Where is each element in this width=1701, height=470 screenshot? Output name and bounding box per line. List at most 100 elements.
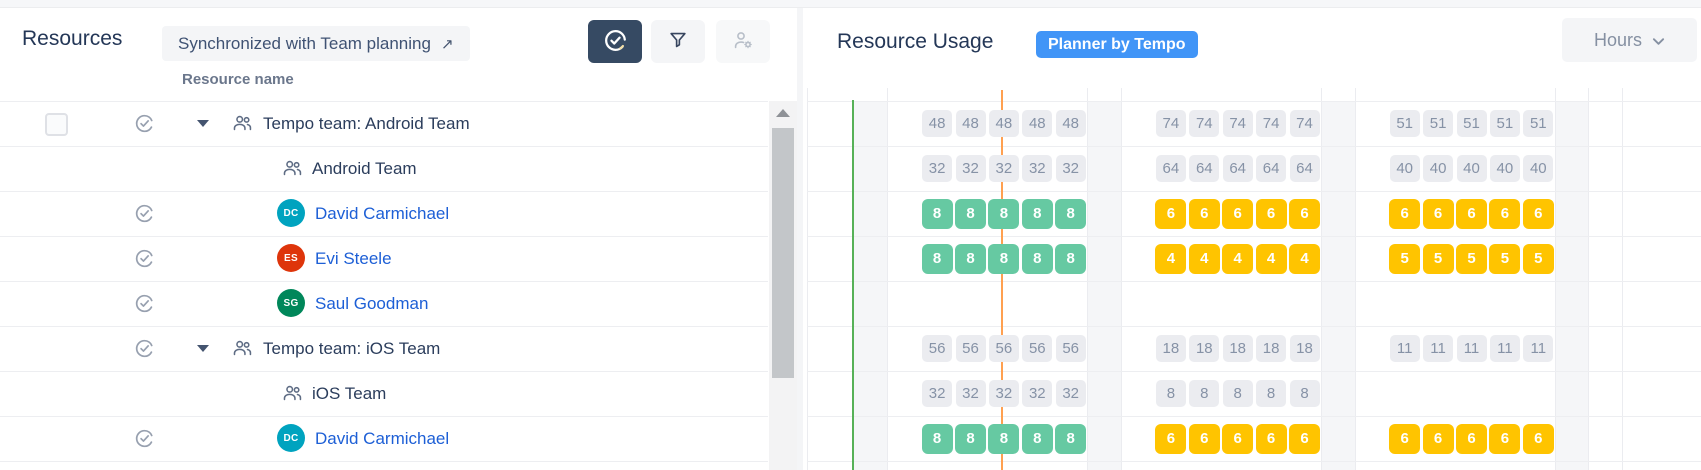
- usage-cell[interactable]: 8: [955, 244, 986, 274]
- team-parent-name[interactable]: Tempo team: Android Team: [263, 114, 470, 134]
- usage-cell[interactable]: 8: [1189, 380, 1219, 407]
- expand-chevron-icon[interactable]: [197, 345, 209, 352]
- usage-cell[interactable]: 51: [1390, 110, 1420, 137]
- approval-status-icon[interactable]: [134, 338, 155, 359]
- usage-cell[interactable]: 18: [1156, 335, 1186, 362]
- usage-cell[interactable]: 74: [1223, 110, 1253, 137]
- usage-cell[interactable]: 8: [1256, 380, 1286, 407]
- usage-cell[interactable]: 64: [1290, 155, 1320, 182]
- usage-cell[interactable]: 32: [1056, 155, 1086, 182]
- usage-cell[interactable]: 6: [1289, 424, 1320, 454]
- usage-cell[interactable]: 6: [1155, 199, 1186, 229]
- usage-cell[interactable]: 8: [922, 199, 953, 229]
- usage-cell[interactable]: 6: [1423, 424, 1454, 454]
- usage-cell[interactable]: 32: [922, 380, 952, 407]
- usage-cell[interactable]: 32: [1056, 380, 1086, 407]
- usage-cell[interactable]: 5: [1456, 244, 1487, 274]
- usage-cell[interactable]: 6: [1456, 199, 1487, 229]
- usage-cell[interactable]: 48: [1056, 110, 1086, 137]
- approvals-button[interactable]: [588, 20, 642, 63]
- usage-cell[interactable]: 6: [1456, 424, 1487, 454]
- usage-cell[interactable]: 6: [1155, 424, 1186, 454]
- usage-cell[interactable]: 74: [1189, 110, 1219, 137]
- usage-cell[interactable]: 8: [988, 424, 1019, 454]
- usage-cell[interactable]: 74: [1256, 110, 1286, 137]
- usage-cell[interactable]: 6: [1222, 199, 1253, 229]
- usage-cell[interactable]: 18: [1223, 335, 1253, 362]
- usage-cell[interactable]: 11: [1457, 335, 1487, 362]
- usage-cell[interactable]: 6: [1389, 424, 1420, 454]
- usage-cell[interactable]: 6: [1489, 199, 1520, 229]
- usage-cell[interactable]: 56: [989, 335, 1019, 362]
- usage-cell[interactable]: 4: [1155, 244, 1186, 274]
- approval-status-icon[interactable]: [134, 248, 155, 269]
- usage-cell[interactable]: 56: [922, 335, 952, 362]
- approval-status-icon[interactable]: [134, 203, 155, 224]
- usage-cell[interactable]: 51: [1490, 110, 1520, 137]
- approval-status-icon[interactable]: [134, 293, 155, 314]
- resource-name-link[interactable]: Saul Goodman: [315, 294, 428, 314]
- usage-cell[interactable]: 5: [1523, 244, 1554, 274]
- usage-cell[interactable]: 4: [1189, 244, 1220, 274]
- usage-cell[interactable]: 40: [1490, 155, 1520, 182]
- usage-cell[interactable]: 51: [1523, 110, 1553, 137]
- usage-cell[interactable]: 40: [1390, 155, 1420, 182]
- usage-cell[interactable]: 4: [1256, 244, 1287, 274]
- usage-cell[interactable]: 11: [1390, 335, 1420, 362]
- usage-cell[interactable]: 6: [1189, 424, 1220, 454]
- usage-cell[interactable]: 6: [1389, 199, 1420, 229]
- usage-cell[interactable]: 6: [1222, 424, 1253, 454]
- usage-cell[interactable]: 64: [1256, 155, 1286, 182]
- usage-cell[interactable]: 8: [955, 199, 986, 229]
- usage-cell[interactable]: 74: [1156, 110, 1186, 137]
- usage-cell[interactable]: 18: [1290, 335, 1320, 362]
- usage-cell[interactable]: 6: [1523, 199, 1554, 229]
- resource-name-link[interactable]: David Carmichael: [315, 429, 449, 449]
- usage-cell[interactable]: 32: [956, 155, 986, 182]
- usage-cell[interactable]: 32: [922, 155, 952, 182]
- usage-cell[interactable]: 5: [1423, 244, 1454, 274]
- vertical-scrollbar-thumb[interactable]: [772, 128, 794, 378]
- usage-cell[interactable]: 32: [1022, 155, 1052, 182]
- usage-cell[interactable]: 11: [1490, 335, 1520, 362]
- usage-cell[interactable]: 48: [989, 110, 1019, 137]
- usage-cell[interactable]: 8: [955, 424, 986, 454]
- resource-name-link[interactable]: David Carmichael: [315, 204, 449, 224]
- usage-cell[interactable]: 8: [1022, 244, 1053, 274]
- usage-cell[interactable]: 8: [1022, 199, 1053, 229]
- expand-chevron-icon[interactable]: [197, 120, 209, 127]
- usage-cell[interactable]: 64: [1156, 155, 1186, 182]
- usage-cell[interactable]: 32: [1022, 380, 1052, 407]
- usage-cell[interactable]: 6: [1289, 199, 1320, 229]
- usage-cell[interactable]: 5: [1389, 244, 1420, 274]
- usage-cell[interactable]: 48: [1022, 110, 1052, 137]
- usage-cell[interactable]: 56: [956, 335, 986, 362]
- team-parent-name[interactable]: Tempo team: iOS Team: [263, 339, 440, 359]
- usage-cell[interactable]: 8: [922, 244, 953, 274]
- usage-cell[interactable]: 18: [1189, 335, 1219, 362]
- row-checkbox[interactable]: [45, 113, 68, 136]
- usage-cell[interactable]: 56: [1056, 335, 1086, 362]
- usage-cell[interactable]: 11: [1423, 335, 1453, 362]
- team-settings-button[interactable]: [716, 20, 770, 63]
- filter-button[interactable]: [651, 20, 705, 63]
- usage-cell[interactable]: 8: [988, 199, 1019, 229]
- usage-cell[interactable]: 40: [1523, 155, 1553, 182]
- usage-cell[interactable]: 32: [989, 155, 1019, 182]
- usage-cell[interactable]: 48: [922, 110, 952, 137]
- usage-cell[interactable]: 8: [1055, 199, 1086, 229]
- usage-cell[interactable]: 18: [1256, 335, 1286, 362]
- usage-cell[interactable]: 8: [1055, 424, 1086, 454]
- resource-name-link[interactable]: Evi Steele: [315, 249, 392, 269]
- approval-status-icon[interactable]: [134, 113, 155, 134]
- usage-cell[interactable]: 8: [1022, 424, 1053, 454]
- usage-cell[interactable]: 51: [1457, 110, 1487, 137]
- usage-cell[interactable]: 6: [1489, 424, 1520, 454]
- usage-cell[interactable]: 11: [1523, 335, 1553, 362]
- usage-cell[interactable]: 64: [1223, 155, 1253, 182]
- usage-cell[interactable]: 51: [1423, 110, 1453, 137]
- usage-cell[interactable]: 32: [956, 380, 986, 407]
- usage-cell[interactable]: 8: [1223, 380, 1253, 407]
- usage-cell[interactable]: 8: [922, 424, 953, 454]
- usage-cell[interactable]: 4: [1222, 244, 1253, 274]
